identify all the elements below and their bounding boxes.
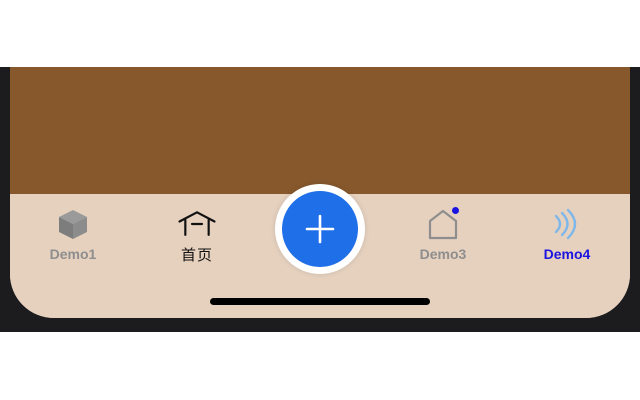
tab-label-demo1: Demo1 — [49, 246, 97, 262]
add-button-inner — [282, 191, 358, 267]
house-outline-icon — [423, 206, 463, 242]
home-indicator — [210, 298, 430, 305]
tab-label-home: 首页 — [180, 246, 213, 264]
tab-label-demo3: Demo3 — [419, 246, 467, 262]
plus-icon — [305, 214, 335, 244]
badge-dot — [452, 207, 459, 214]
cube-icon — [53, 206, 93, 242]
tab-demo3[interactable]: Demo3 — [388, 206, 498, 276]
home-roof-icon — [177, 206, 217, 242]
tab-demo4[interactable]: Demo4 — [512, 206, 622, 276]
add-button[interactable] — [275, 184, 365, 274]
tab-home[interactable]: 首页 — [142, 206, 252, 276]
tab-demo1[interactable]: Demo1 — [18, 206, 128, 276]
content-area — [10, 67, 630, 194]
tab-label-demo4: Demo4 — [543, 246, 591, 262]
signal-waves-icon — [547, 206, 587, 242]
